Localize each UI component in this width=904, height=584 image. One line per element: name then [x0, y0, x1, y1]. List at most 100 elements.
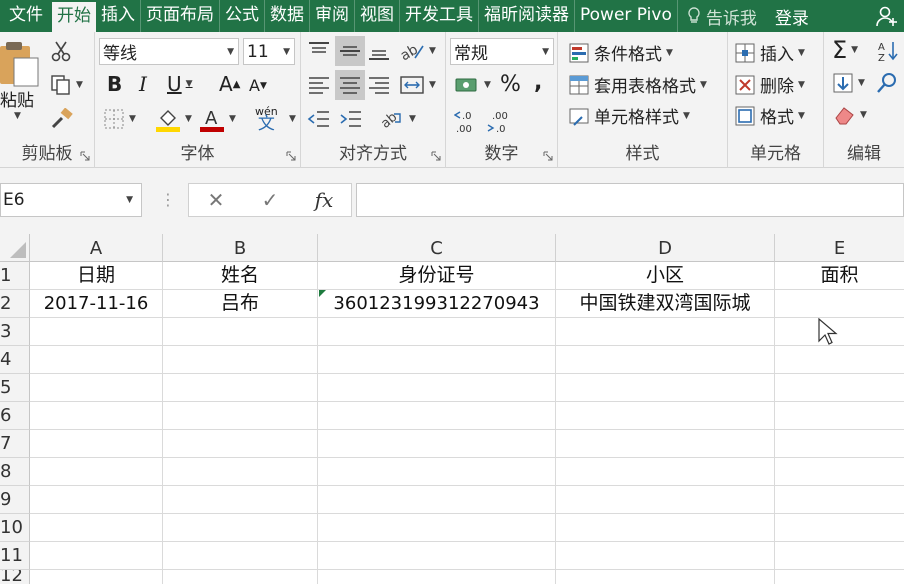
- increase-indent-button[interactable]: [339, 108, 363, 130]
- login-link[interactable]: 登录: [775, 4, 809, 29]
- formula-bar-grip[interactable]: ⋮: [160, 190, 176, 209]
- percent-style-button[interactable]: %: [500, 72, 521, 97]
- font-size-combo[interactable]: 11 ▼: [243, 38, 295, 65]
- delete-cells-button[interactable]: 删除 ▼: [734, 72, 805, 97]
- paste-dropdown-icon[interactable]: ▼: [14, 111, 21, 121]
- tab-developer[interactable]: 开发工具: [400, 0, 479, 32]
- row-header-12[interactable]: 12: [0, 570, 30, 584]
- number-format-combo[interactable]: 常规 ▼: [450, 38, 554, 65]
- fill-color-button[interactable]: ▼: [155, 106, 192, 132]
- align-bottom-button[interactable]: [367, 40, 391, 62]
- cell-a2[interactable]: 2017-11-16: [30, 290, 163, 318]
- clear-button[interactable]: ▼: [832, 104, 867, 126]
- fill-button[interactable]: ▼: [832, 72, 865, 94]
- cell-c1[interactable]: 身份证号: [318, 262, 556, 290]
- name-box[interactable]: E6 ▼: [0, 183, 142, 217]
- row-header-8[interactable]: 8: [0, 458, 30, 486]
- accounting-format-button[interactable]: ▼: [454, 74, 491, 96]
- row-header-2[interactable]: 2: [0, 290, 30, 318]
- row-header-5[interactable]: 5: [0, 374, 30, 402]
- tab-file[interactable]: 文件: [0, 0, 52, 32]
- italic-button[interactable]: I: [139, 72, 147, 96]
- cell-d1[interactable]: 小区: [556, 262, 775, 290]
- cell-e2[interactable]: [775, 290, 904, 318]
- row-header-1[interactable]: 1: [0, 262, 30, 290]
- column-header-c[interactable]: C: [318, 234, 556, 262]
- copy-dropdown-icon[interactable]: ▼: [76, 80, 83, 90]
- column-header-d[interactable]: D: [556, 234, 775, 262]
- format-painter-button[interactable]: [50, 108, 74, 130]
- tab-home[interactable]: 开始: [52, 2, 96, 32]
- underline-button[interactable]: U ▼: [167, 72, 193, 96]
- row-header-11[interactable]: 11: [0, 542, 30, 570]
- cell-a1[interactable]: 日期: [30, 262, 163, 290]
- row-header-10[interactable]: 10: [0, 514, 30, 542]
- error-indicator-icon[interactable]: [319, 290, 326, 297]
- row-header-9[interactable]: 9: [0, 486, 30, 514]
- tab-foxit-reader[interactable]: 福昕阅读器: [479, 0, 575, 32]
- format-cells-button[interactable]: 格式 ▼: [734, 103, 805, 128]
- cut-button[interactable]: [50, 40, 72, 62]
- dialog-launcher-icon[interactable]: [431, 151, 441, 161]
- phonetic-button[interactable]: wén 文: [255, 106, 278, 133]
- merge-center-button[interactable]: ▼: [399, 74, 436, 96]
- cell-d2[interactable]: 中国铁建双湾国际城: [556, 290, 775, 318]
- autosum-button[interactable]: Σ ▼: [832, 36, 858, 64]
- orientation-button[interactable]: ab ▼: [399, 40, 436, 62]
- dialog-launcher-icon[interactable]: [543, 151, 553, 161]
- grow-font-button[interactable]: A ▲: [219, 72, 240, 96]
- share-button[interactable]: [870, 0, 904, 32]
- cell-e1[interactable]: 面积: [775, 262, 904, 290]
- align-left-button[interactable]: [307, 74, 331, 96]
- decrease-indent-button[interactable]: [307, 108, 331, 130]
- tab-page-layout[interactable]: 页面布局: [141, 0, 220, 32]
- comma-style-button[interactable]: ,: [534, 70, 542, 95]
- row-header-7[interactable]: 7: [0, 430, 30, 458]
- tab-formulas[interactable]: 公式: [220, 0, 265, 32]
- cell-styles-button[interactable]: 单元格样式 ▼: [568, 103, 690, 128]
- cell-b2[interactable]: 吕布: [163, 290, 318, 318]
- find-select-button[interactable]: [876, 72, 898, 94]
- align-right-button[interactable]: [367, 74, 391, 96]
- tab-view[interactable]: 视图: [355, 0, 400, 32]
- insert-function-button[interactable]: fx: [297, 188, 351, 212]
- sort-filter-button[interactable]: AZ: [876, 40, 900, 62]
- formula-input[interactable]: [356, 183, 904, 217]
- tab-power-pivot[interactable]: Power Pivo: [575, 0, 678, 32]
- select-all-button[interactable]: [0, 234, 30, 262]
- column-header-a[interactable]: A: [30, 234, 163, 262]
- enter-icon[interactable]: ✓: [243, 188, 297, 212]
- borders-button[interactable]: ▼: [103, 108, 136, 130]
- align-center-button[interactable]: [335, 70, 365, 100]
- bold-button[interactable]: B: [107, 72, 122, 96]
- shrink-font-button[interactable]: A ▼: [249, 76, 267, 95]
- column-header-e[interactable]: E: [775, 234, 904, 262]
- increase-decimal-button[interactable]: .0.00: [454, 108, 482, 134]
- cell-b1[interactable]: 姓名: [163, 262, 318, 290]
- paste-button[interactable]: 粘贴 ▼: [0, 38, 40, 121]
- row-header-4[interactable]: 4: [0, 346, 30, 374]
- chevron-down-icon[interactable]: ▼: [289, 114, 296, 124]
- tab-data[interactable]: 数据: [265, 0, 310, 32]
- insert-cells-button[interactable]: 插入 ▼: [734, 40, 805, 65]
- tab-review[interactable]: 审阅: [310, 0, 355, 32]
- tab-insert[interactable]: 插入: [96, 0, 141, 32]
- decrease-decimal-button[interactable]: .00.0: [486, 108, 514, 134]
- font-color-button[interactable]: A ▼: [199, 106, 236, 132]
- dialog-launcher-icon[interactable]: [80, 151, 90, 161]
- font-name-combo[interactable]: 等线 ▼: [99, 38, 239, 65]
- cancel-icon[interactable]: ✕: [189, 188, 243, 212]
- empty-grid-area[interactable]: [30, 318, 904, 584]
- row-header-3[interactable]: 3: [0, 318, 30, 346]
- tell-me-box[interactable]: 告诉我: [678, 4, 757, 29]
- align-middle-button[interactable]: [335, 36, 365, 66]
- column-header-b[interactable]: B: [163, 234, 318, 262]
- format-as-table-button[interactable]: 套用表格格式 ▼: [568, 72, 707, 97]
- row-header-6[interactable]: 6: [0, 402, 30, 430]
- dialog-launcher-icon[interactable]: [286, 151, 296, 161]
- copy-button[interactable]: ▼: [50, 74, 83, 96]
- conditional-formatting-button[interactable]: 条件格式 ▼: [568, 40, 673, 65]
- wrap-text-button[interactable]: ab ▼: [379, 108, 416, 130]
- align-top-button[interactable]: [307, 40, 331, 62]
- cell-c2[interactable]: 360123199312270943: [318, 290, 556, 318]
